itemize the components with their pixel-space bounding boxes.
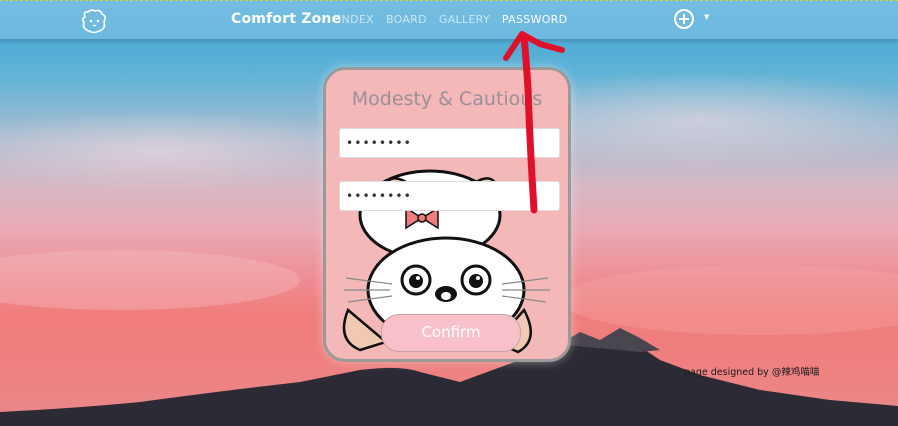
chevron-down-icon[interactable]: ▼ <box>704 13 709 21</box>
nav-menu: INDEX BOARD GALLERY PASSWORD <box>338 13 579 26</box>
brand-title[interactable]: Comfort Zone <box>231 11 341 27</box>
nav-link-password[interactable]: PASSWORD <box>502 13 567 26</box>
nav-link-board[interactable]: BOARD <box>386 13 427 26</box>
card-title: Modesty & Cautious <box>351 88 543 110</box>
designer-credit: page designed by @辣鸡喵喵 <box>684 367 820 378</box>
confirm-button[interactable]: Confirm <box>381 314 521 352</box>
nav-link-gallery[interactable]: GALLERY <box>439 13 490 26</box>
plus-circle-icon[interactable] <box>674 9 694 29</box>
nav-link-index[interactable]: INDEX <box>338 13 374 26</box>
hamster-face-icon[interactable] <box>79 7 109 35</box>
password-card: Modesty & Cautious •••••••• •••••••• Con… <box>323 67 571 362</box>
password-input-1[interactable]: •••••••• <box>339 128 560 158</box>
password-input-2[interactable]: •••••••• <box>339 181 560 211</box>
top-nav: Comfort Zone INDEX BOARD GALLERY PASSWOR… <box>0 0 898 39</box>
